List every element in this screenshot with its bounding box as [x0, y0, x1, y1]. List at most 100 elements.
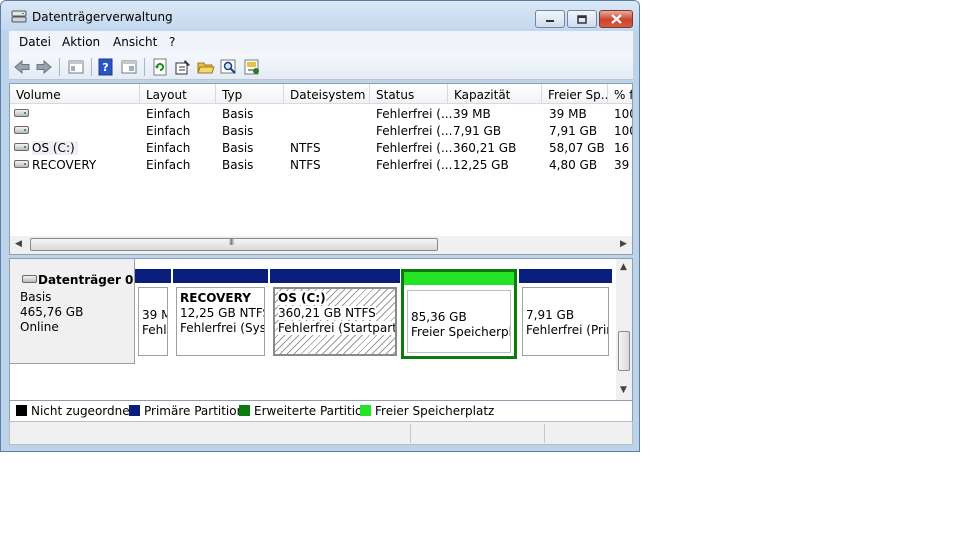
- partition-primary-2[interactable]: 7,91 GB Fehlerfrei (Primäre Partition): [519, 269, 612, 359]
- cell-status: Fehlerfrei (...: [376, 158, 453, 172]
- maximize-button[interactable]: [567, 10, 597, 28]
- column-status[interactable]: Status: [370, 84, 448, 104]
- volume-icon: [14, 126, 29, 134]
- column-kapazitaet[interactable]: Kapazität: [448, 84, 542, 104]
- volume-icon: [14, 160, 29, 168]
- volume-icon: [14, 143, 29, 151]
- partition-body: 39 MB Fehlerfrei: [138, 287, 168, 356]
- partition-recovery[interactable]: RECOVERY 12,25 GB NTFS Fehlerfrei (Syste…: [173, 269, 268, 359]
- legend-swatch-primary: [129, 405, 140, 416]
- volume-list: Volume Layout Typ Dateisystem Status Kap…: [9, 83, 633, 255]
- column-dateisystem[interactable]: Dateisystem: [284, 84, 370, 104]
- open-folder-icon[interactable]: [197, 58, 215, 76]
- disk-graphical-view: Datenträger 0 Basis 465,76 GB Online 39 …: [9, 258, 633, 401]
- menu-datei[interactable]: Datei: [19, 35, 51, 49]
- partition-type-bar: [519, 269, 612, 283]
- title-bar[interactable]: Datenträgerverwaltung: [1, 1, 639, 31]
- legend: Nicht zugeordnet Primäre Partition Erwei…: [9, 401, 633, 421]
- partition-free-space[interactable]: 85,36 GB Freier Speicherplatz: [401, 269, 517, 359]
- menu-aktion[interactable]: Aktion: [62, 35, 100, 49]
- table-row[interactable]: Einfach Basis Fehlerfrei (... 7,91 GB 7,…: [10, 122, 632, 139]
- partition-strip: 39 MB Fehlerfrei RECOVERY 12,25 GB NTFS …: [135, 269, 612, 359]
- scroll-up-icon[interactable]: ▲: [620, 262, 627, 272]
- forward-icon[interactable]: [35, 58, 53, 76]
- cell-status: Fehlerfrei (...: [376, 107, 453, 121]
- partition-status: Freier Speicherplatz: [411, 325, 510, 339]
- legend-item: Freier Speicherplatz: [360, 404, 494, 418]
- cell-dateisystem: NTFS: [290, 141, 321, 155]
- legend-swatch-extended: [239, 405, 250, 416]
- minimize-icon: [546, 20, 554, 22]
- legend-item: Erweiterte Partition: [239, 404, 370, 418]
- toolbar-separator: [144, 58, 145, 76]
- partition-type-bar: [135, 269, 171, 283]
- partition-body: 85,36 GB Freier Speicherplatz: [407, 290, 511, 353]
- console-tree-icon[interactable]: [67, 58, 85, 76]
- partition-type-bar: [173, 269, 268, 283]
- partition-size: 85,36 GB: [411, 310, 467, 324]
- legend-label: Erweiterte Partition: [254, 404, 370, 418]
- settings-icon[interactable]: [174, 58, 192, 76]
- cell-typ: Basis: [222, 124, 254, 138]
- back-icon[interactable]: [13, 58, 31, 76]
- table-row[interactable]: Einfach Basis Fehlerfrei (... 39 MB 39 M…: [10, 105, 632, 122]
- disk-state: Online: [20, 320, 59, 334]
- column-volume[interactable]: Volume: [10, 84, 140, 104]
- table-row[interactable]: OS (C:) Einfach Basis NTFS Fehlerfrei (.…: [10, 139, 632, 156]
- menu-help[interactable]: ?: [169, 35, 175, 49]
- partition-body: RECOVERY 12,25 GB NTFS Fehlerfrei (Syste…: [176, 287, 265, 356]
- partition-type-bar: [270, 269, 400, 283]
- volume-list-header: Volume Layout Typ Dateisystem Status Kap…: [10, 84, 632, 104]
- menu-ansicht[interactable]: Ansicht: [113, 35, 157, 49]
- table-row[interactable]: RECOVERY Einfach Basis NTFS Fehlerfrei (…: [10, 156, 632, 173]
- partition-body: 7,91 GB Fehlerfrei (Primäre Partition): [522, 287, 609, 356]
- cell-typ: Basis: [222, 107, 254, 121]
- cell-kapazitaet: 7,91 GB: [453, 124, 502, 138]
- window-title: Datenträgerverwaltung: [32, 10, 173, 24]
- cell-kapazitaet: 12,25 GB: [453, 158, 509, 172]
- cell-volume: RECOVERY: [32, 158, 97, 172]
- partition-type-bar: [404, 272, 514, 285]
- scroll-grip: III: [229, 238, 234, 247]
- properties-icon[interactable]: [120, 58, 138, 76]
- horizontal-scroll-thumb[interactable]: [30, 238, 438, 251]
- partition-os-c[interactable]: OS (C:) 360,21 GB NTFS Fehlerfrei (Start…: [270, 269, 400, 359]
- partition-efi[interactable]: 39 MB Fehlerfrei: [135, 269, 171, 359]
- column-freier-speicher[interactable]: Freier Sp...: [542, 84, 608, 104]
- status-bar: [9, 421, 633, 445]
- partition-status: Fehlerfrei (Systempartition): [180, 321, 265, 335]
- minimize-button[interactable]: [535, 10, 565, 28]
- column-layout[interactable]: Layout: [140, 84, 216, 104]
- refresh-icon[interactable]: [151, 58, 169, 76]
- partition-status: Fehlerfrei (Startpartition): [278, 321, 395, 335]
- partition-title: OS (C:): [278, 291, 326, 305]
- search-icon[interactable]: [220, 58, 238, 76]
- menu-bar: Datei Aktion Ansicht ?: [9, 31, 633, 53]
- partition-status: Fehlerfrei: [142, 323, 167, 337]
- legend-item: Nicht zugeordnet: [16, 404, 134, 418]
- close-button[interactable]: [599, 10, 633, 28]
- column-typ[interactable]: Typ: [216, 84, 284, 104]
- toolbar-separator: [91, 58, 92, 76]
- scroll-down-icon[interactable]: ▼: [620, 385, 627, 395]
- toolbar: ?: [9, 53, 633, 80]
- cell-status: Fehlerfrei (...: [376, 124, 453, 138]
- help-icon[interactable]: ?: [97, 58, 115, 76]
- scroll-left-icon[interactable]: ◀: [15, 239, 22, 249]
- svg-text:?: ?: [102, 61, 108, 74]
- disk-name: Datenträger 0: [38, 273, 134, 287]
- volume-icon: [14, 109, 29, 117]
- partition-status: Fehlerfrei (Primäre Partition): [526, 323, 608, 337]
- cell-freier-speicher: 39 MB: [549, 107, 587, 121]
- disk-management-window: Datenträgerverwaltung Datei Aktion Ansic…: [0, 0, 640, 452]
- disk-0-label[interactable]: Datenträger 0 Basis 465,76 GB Online: [10, 259, 135, 364]
- scroll-right-icon[interactable]: ▶: [620, 239, 627, 249]
- cell-kapazitaet: 360,21 GB: [453, 141, 517, 155]
- vertical-scroll-thumb[interactable]: [618, 331, 630, 371]
- partition-size: 360,21 GB NTFS: [278, 306, 376, 320]
- cell-freier-speicher: 4,80 GB: [549, 158, 598, 172]
- export-icon[interactable]: [243, 58, 261, 76]
- horizontal-scrollbar[interactable]: ◀ III ▶: [10, 236, 632, 254]
- column-prozent-frei[interactable]: % f: [608, 84, 632, 104]
- vertical-scrollbar[interactable]: ▲ ▼: [616, 259, 632, 400]
